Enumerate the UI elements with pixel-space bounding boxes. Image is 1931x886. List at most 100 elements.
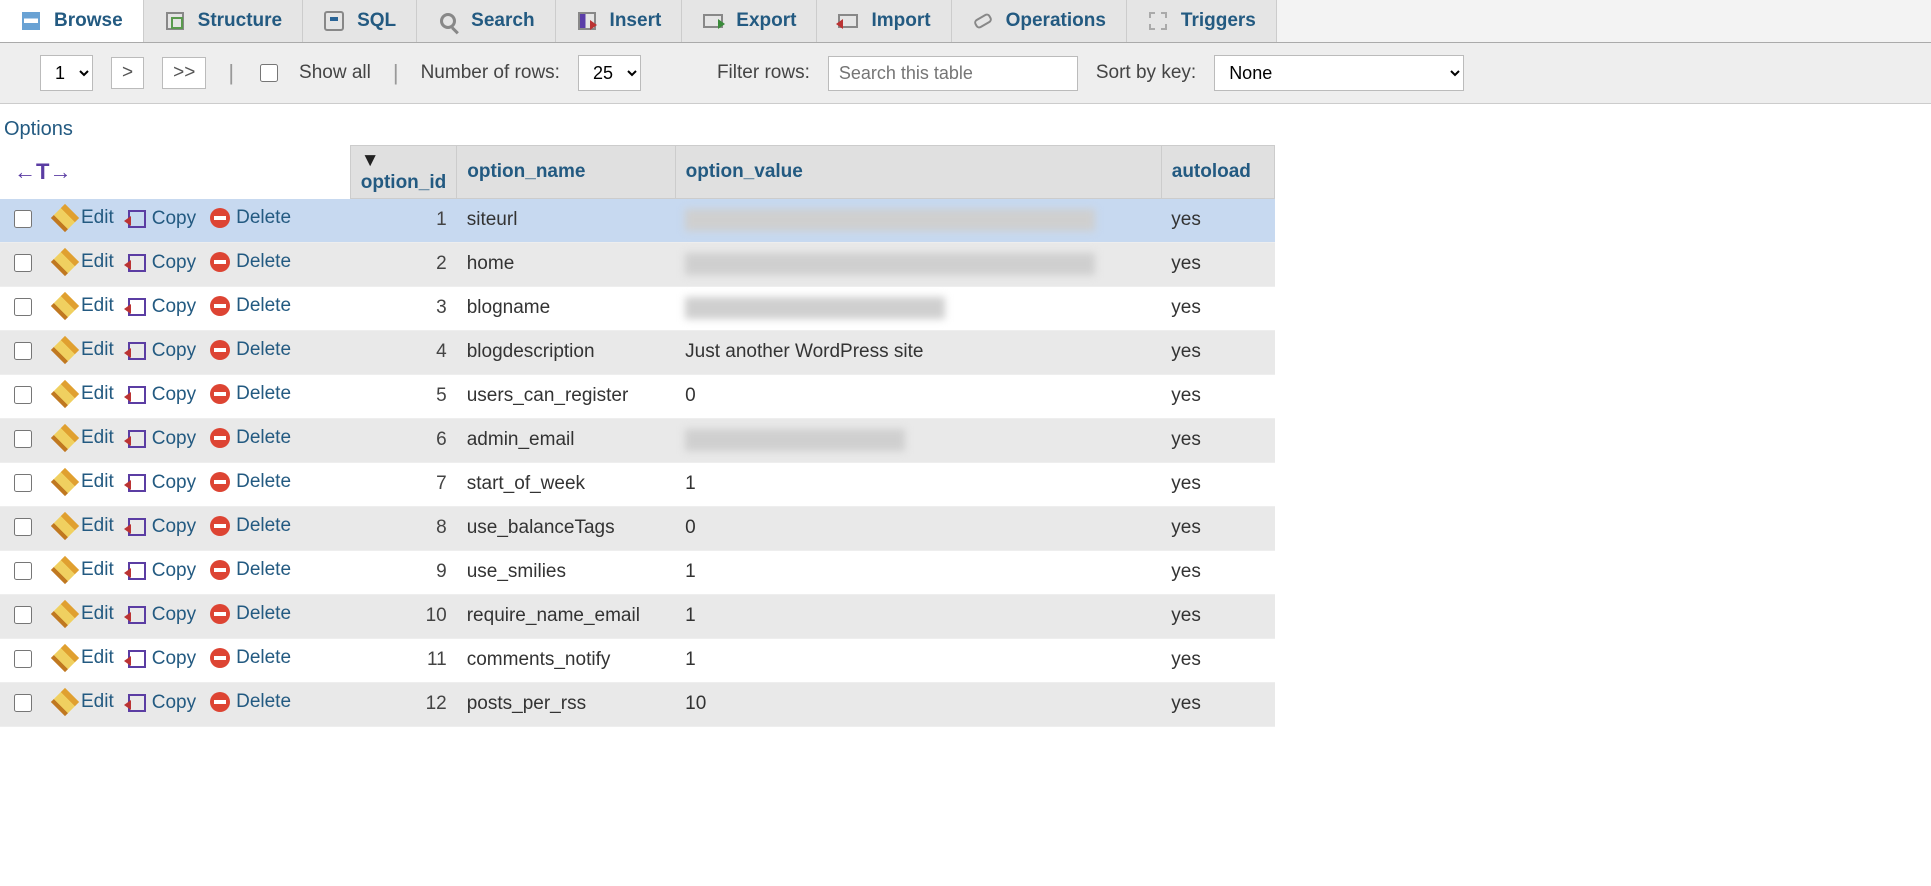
col-autoload[interactable]: autoload bbox=[1161, 146, 1274, 199]
delete-link[interactable]: Delete bbox=[210, 515, 291, 537]
edit-link[interactable]: Edit bbox=[55, 383, 114, 405]
edit-link[interactable]: Edit bbox=[55, 339, 114, 361]
edit-link[interactable]: Edit bbox=[55, 603, 114, 625]
pencil-icon bbox=[51, 423, 79, 451]
delete-link[interactable]: Delete bbox=[210, 207, 291, 229]
copy-link[interactable]: Copy bbox=[128, 472, 196, 494]
row-checkbox[interactable] bbox=[14, 386, 32, 404]
delete-label: Delete bbox=[236, 559, 291, 581]
copy-icon bbox=[128, 254, 146, 272]
copy-label: Copy bbox=[152, 340, 196, 362]
tab-import[interactable]: Import bbox=[817, 0, 951, 42]
edit-label: Edit bbox=[81, 559, 114, 581]
copy-label: Copy bbox=[152, 560, 196, 582]
pencil-icon bbox=[51, 555, 79, 583]
expand-column-icon[interactable]: ←T→ bbox=[0, 146, 350, 199]
copy-icon bbox=[128, 210, 146, 228]
sort-select[interactable]: None bbox=[1214, 55, 1464, 91]
copy-link[interactable]: Copy bbox=[128, 252, 196, 274]
row-checkbox[interactable] bbox=[14, 650, 32, 668]
copy-link[interactable]: Copy bbox=[128, 384, 196, 406]
pencil-icon bbox=[51, 511, 79, 539]
page-last-button[interactable]: >> bbox=[162, 57, 206, 89]
copy-link[interactable]: Copy bbox=[128, 692, 196, 714]
copy-link[interactable]: Copy bbox=[128, 560, 196, 582]
delete-link[interactable]: Delete bbox=[210, 339, 291, 361]
edit-link[interactable]: Edit bbox=[55, 691, 114, 713]
copy-link[interactable]: Copy bbox=[128, 296, 196, 318]
tab-browse[interactable]: Browse bbox=[0, 0, 144, 42]
filter-input[interactable] bbox=[828, 56, 1078, 91]
row-checkbox[interactable] bbox=[14, 562, 32, 580]
edit-link[interactable]: Edit bbox=[55, 427, 114, 449]
delete-link[interactable]: Delete bbox=[210, 383, 291, 405]
delete-link[interactable]: Delete bbox=[210, 691, 291, 713]
col-option-value[interactable]: option_value bbox=[675, 146, 1161, 199]
copy-icon bbox=[128, 606, 146, 624]
copy-label: Copy bbox=[152, 428, 196, 450]
col-option-id[interactable]: ▼ option_id bbox=[350, 146, 456, 199]
redacted-value: redacted bbox=[685, 253, 1095, 275]
tab-triggers[interactable]: Triggers bbox=[1127, 0, 1277, 42]
rows-select[interactable]: 25 bbox=[578, 55, 641, 91]
delete-link[interactable]: Delete bbox=[210, 603, 291, 625]
copy-icon bbox=[128, 386, 146, 404]
cell-option-name: siteurl bbox=[457, 199, 675, 243]
tab-export[interactable]: Export bbox=[682, 0, 817, 42]
copy-link[interactable]: Copy bbox=[128, 648, 196, 670]
tab-label: Search bbox=[471, 10, 534, 32]
tab-structure[interactable]: Structure bbox=[144, 0, 303, 42]
delete-link[interactable]: Delete bbox=[210, 295, 291, 317]
row-checkbox[interactable] bbox=[14, 298, 32, 316]
show-all-checkbox[interactable] bbox=[260, 64, 278, 82]
cell-option-value: 1 bbox=[675, 594, 1161, 638]
tab-label: Import bbox=[871, 10, 930, 32]
edit-link[interactable]: Edit bbox=[55, 207, 114, 229]
row-checkbox[interactable] bbox=[14, 694, 32, 712]
copy-link[interactable]: Copy bbox=[128, 428, 196, 450]
edit-link[interactable]: Edit bbox=[55, 295, 114, 317]
pencil-icon bbox=[51, 203, 79, 231]
edit-link[interactable]: Edit bbox=[55, 515, 114, 537]
edit-label: Edit bbox=[81, 427, 114, 449]
page-select[interactable]: 1 bbox=[40, 55, 93, 91]
edit-link[interactable]: Edit bbox=[55, 647, 114, 669]
browse-icon bbox=[20, 10, 42, 32]
edit-link[interactable]: Edit bbox=[55, 471, 114, 493]
tab-label: Operations bbox=[1006, 10, 1106, 32]
tab-operations[interactable]: Operations bbox=[952, 0, 1127, 42]
copy-link[interactable]: Copy bbox=[128, 208, 196, 230]
row-checkbox[interactable] bbox=[14, 210, 32, 228]
tab-insert[interactable]: Insert bbox=[556, 0, 683, 42]
row-checkbox[interactable] bbox=[14, 342, 32, 360]
copy-link[interactable]: Copy bbox=[128, 340, 196, 362]
tab-sql[interactable]: SQL bbox=[303, 0, 417, 42]
delete-link[interactable]: Delete bbox=[210, 251, 291, 273]
page-next-button[interactable]: > bbox=[111, 57, 144, 89]
pencil-icon bbox=[51, 643, 79, 671]
delete-link[interactable]: Delete bbox=[210, 471, 291, 493]
row-checkbox[interactable] bbox=[14, 606, 32, 624]
table-row: EditCopyDelete8use_balanceTags0yes bbox=[0, 506, 1275, 550]
cell-option-value: Just another WordPress site bbox=[675, 330, 1161, 374]
row-checkbox[interactable] bbox=[14, 430, 32, 448]
cell-option-name: posts_per_rss bbox=[457, 682, 675, 726]
delete-link[interactable]: Delete bbox=[210, 647, 291, 669]
options-link[interactable]: Options bbox=[0, 104, 1931, 145]
col-option-name[interactable]: option_name bbox=[457, 146, 675, 199]
delete-link[interactable]: Delete bbox=[210, 559, 291, 581]
delete-link[interactable]: Delete bbox=[210, 427, 291, 449]
cell-option-id: 1 bbox=[350, 199, 456, 243]
edit-link[interactable]: Edit bbox=[55, 559, 114, 581]
tab-search[interactable]: Search bbox=[417, 0, 555, 42]
edit-label: Edit bbox=[81, 691, 114, 713]
structure-icon bbox=[164, 10, 186, 32]
copy-link[interactable]: Copy bbox=[128, 516, 196, 538]
copy-icon bbox=[128, 562, 146, 580]
copy-link[interactable]: Copy bbox=[128, 604, 196, 626]
row-checkbox[interactable] bbox=[14, 518, 32, 536]
row-checkbox[interactable] bbox=[14, 254, 32, 272]
pencil-icon bbox=[51, 335, 79, 363]
row-checkbox[interactable] bbox=[14, 474, 32, 492]
edit-link[interactable]: Edit bbox=[55, 251, 114, 273]
